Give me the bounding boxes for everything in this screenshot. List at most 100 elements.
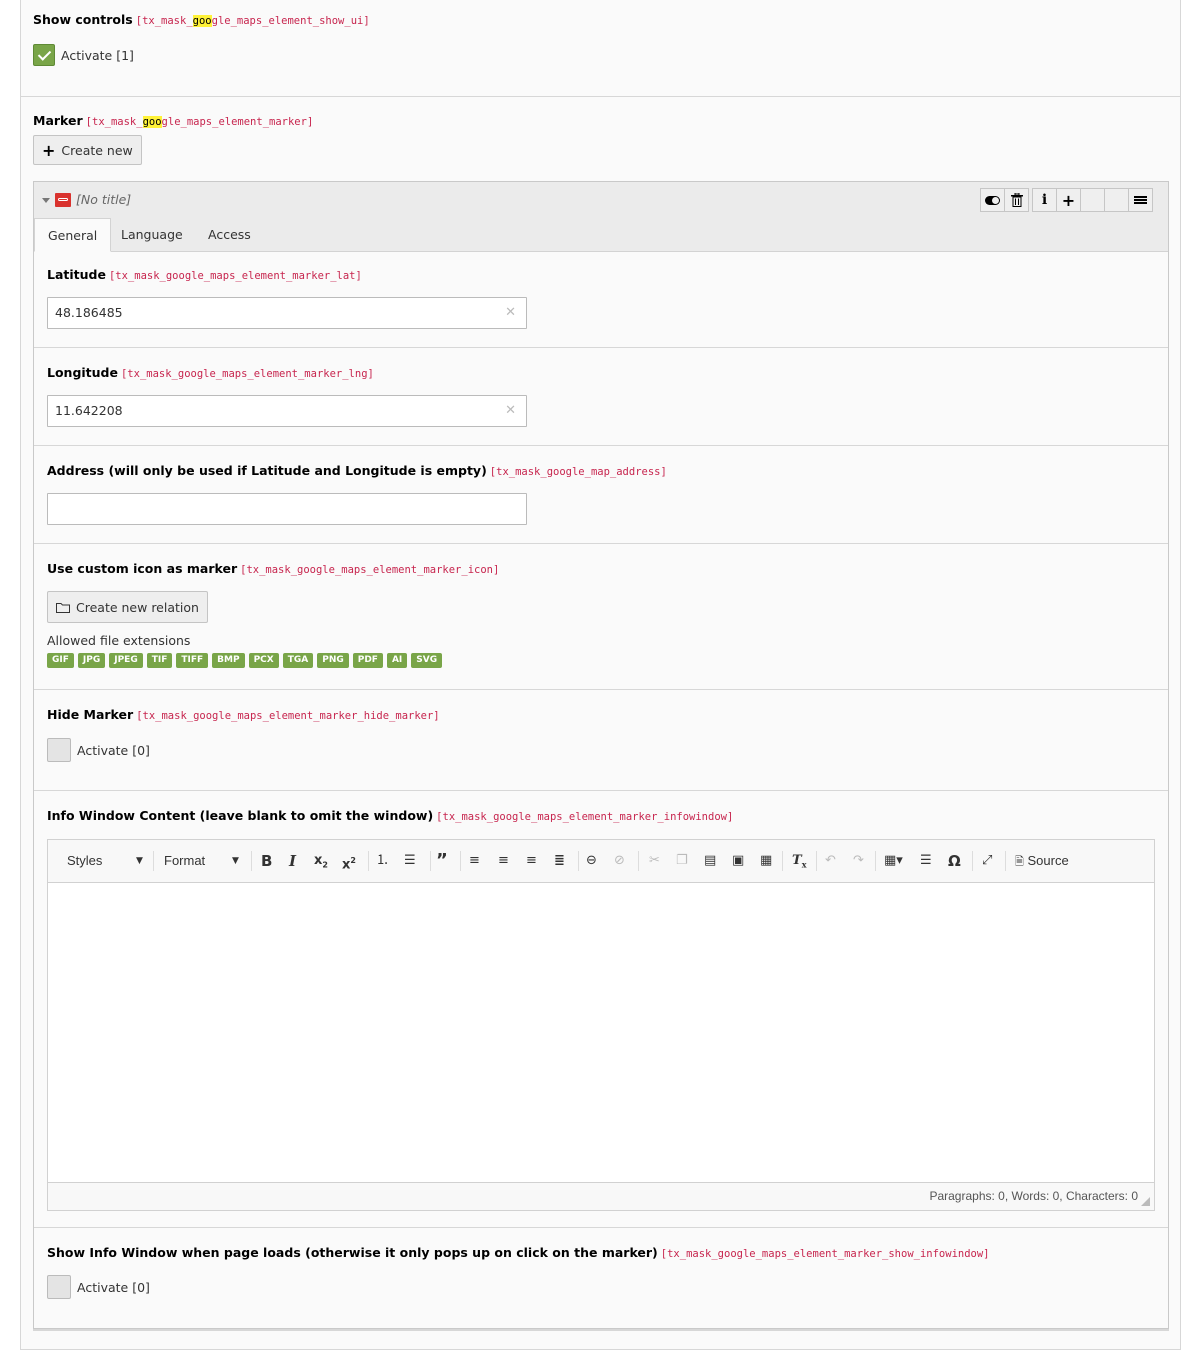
paste-word-icon[interactable]: ▦ — [760, 853, 772, 869]
toggle-icon — [985, 195, 1000, 205]
tab-language[interactable]: Language — [108, 218, 196, 251]
editor-content-area[interactable] — [48, 882, 1154, 1183]
extension-badge: AI — [386, 653, 408, 668]
horizontal-line-icon[interactable]: ☰ — [920, 853, 932, 869]
format-dropdown[interactable]: Format — [164, 853, 205, 869]
cut-icon[interactable]: ✂ — [649, 853, 660, 869]
clear-icon[interactable]: ✕ — [505, 396, 516, 426]
show-infowindow-label-row: Show Info Window when page loads (otherw… — [47, 1245, 990, 1260]
table-icon[interactable]: ▦▾ — [884, 853, 903, 869]
styles-label: Styles — [67, 853, 103, 868]
search-highlight: goo — [142, 116, 162, 128]
folder-icon — [56, 602, 70, 613]
infowindow-key: [tx_mask_google_maps_element_marker_info… — [436, 811, 734, 823]
empty-control-1[interactable] — [1080, 188, 1105, 212]
info-button[interactable]: i — [1032, 188, 1057, 212]
extension-badge: JPG — [77, 653, 106, 668]
bold-icon[interactable]: B — [261, 853, 272, 869]
show-controls-checkbox-label: Activate [1] — [61, 47, 134, 63]
bulleted-list-icon[interactable]: ☰ — [404, 853, 416, 869]
source-label: Source — [1027, 853, 1069, 868]
toolbar-separator — [638, 851, 639, 871]
create-new-relation-button[interactable]: Create new relation — [47, 591, 208, 623]
remove-format-icon[interactable]: Tx — [792, 853, 806, 870]
format-label: Format — [164, 853, 206, 868]
show-infowindow-checkbox-label: Activate [0] — [77, 1279, 150, 1295]
italic-icon[interactable]: I — [289, 853, 296, 869]
hide-marker-key: [tx_mask_google_maps_element_marker_hide… — [136, 710, 440, 722]
icon-key: [tx_mask_google_maps_element_marker_icon… — [240, 564, 500, 576]
word-count: Paragraphs: 0, Words: 0, Characters: 0 — [929, 1189, 1138, 1203]
longitude-input[interactable]: 11.642208 ✕ — [47, 395, 527, 427]
extension-badge: PNG — [317, 653, 349, 668]
justify-icon[interactable]: ≣ — [554, 853, 565, 869]
drag-handle[interactable] — [1128, 188, 1153, 212]
longitude-value: 11.642208 — [55, 403, 123, 418]
show-controls-checkbox[interactable] — [33, 44, 55, 66]
link-icon[interactable]: ⊖ — [586, 853, 597, 869]
icon-label-row: Use custom icon as marker [tx_mask_google… — [47, 561, 499, 576]
key-prefix: [tx_mask_ — [135, 15, 193, 27]
align-center-icon[interactable]: ≡ — [498, 853, 509, 869]
tab-general[interactable]: General — [34, 218, 112, 252]
create-new-label: Create new — [61, 142, 133, 158]
record-title[interactable]: [No title] — [76, 192, 131, 207]
divider — [34, 445, 1168, 446]
align-right-icon[interactable]: ≡ — [526, 853, 537, 869]
resize-handle-icon[interactable] — [1141, 1197, 1150, 1206]
add-after-button[interactable]: + — [1056, 188, 1081, 212]
rich-text-editor: Styles ▼ Format ▼ B I x2 x2 ⒈ ☰ ” ≡ ≡ ≡ … — [47, 839, 1155, 1211]
numbered-list-icon[interactable]: ⒈ — [376, 853, 389, 869]
show-infowindow-checkbox[interactable] — [47, 1275, 71, 1299]
align-left-icon[interactable]: ≡ — [469, 853, 480, 869]
special-char-icon[interactable]: Ω — [948, 853, 961, 869]
tab-access[interactable]: Access — [195, 218, 264, 251]
toolbar-separator — [816, 851, 817, 871]
undo-icon[interactable]: ↶ — [825, 853, 836, 869]
address-input[interactable] — [47, 493, 527, 525]
empty-control-2[interactable] — [1104, 188, 1129, 212]
search-highlight: goo — [192, 15, 212, 27]
latitude-input[interactable]: 48.186485 ✕ — [47, 297, 527, 329]
record-control-group-2: i + — [1032, 188, 1153, 212]
key-prefix: [tx_mask_ — [85, 116, 143, 128]
create-new-button[interactable]: + Create new — [33, 135, 142, 165]
source-icon: 🗎 — [1015, 856, 1024, 868]
record-header[interactable]: [No title] i + — [34, 182, 1168, 218]
extension-badges: GIF JPG JPEG TIF TIFF BMP PCX TGA PNG PD… — [47, 653, 443, 668]
toolbar-separator — [972, 851, 973, 871]
latitude-label-row: Latitude [tx_mask_google_maps_element_mar… — [47, 267, 362, 282]
extension-badge: JPEG — [109, 653, 143, 668]
allowed-extensions-label: Allowed file extensions — [47, 633, 191, 648]
styles-dropdown[interactable]: Styles — [67, 853, 102, 869]
divider — [34, 1227, 1168, 1228]
source-button[interactable]: 🗎 Source — [1015, 853, 1069, 869]
editor-toolbar: Styles ▼ Format ▼ B I x2 x2 ⒈ ☰ ” ≡ ≡ ≡ … — [48, 840, 1154, 883]
delete-button[interactable] — [1004, 188, 1029, 212]
paste-text-icon[interactable]: ▣ — [732, 853, 744, 869]
latitude-value: 48.186485 — [55, 305, 123, 320]
address-key: [tx_mask_google_map_address] — [489, 466, 667, 478]
hide-marker-checkbox[interactable] — [47, 738, 71, 762]
chevron-down-icon[interactable]: ▼ — [232, 853, 239, 869]
paste-icon[interactable]: ▤ — [704, 853, 716, 869]
latitude-label: Latitude — [47, 267, 106, 282]
collapse-caret-icon[interactable] — [42, 198, 50, 203]
extension-badge: SVG — [411, 653, 443, 668]
extension-badge: PDF — [352, 653, 383, 668]
clear-icon[interactable]: ✕ — [505, 298, 516, 328]
extension-badge: GIF — [47, 653, 74, 668]
show-infowindow-key: [tx_mask_google_maps_element_marker_show… — [660, 1248, 990, 1260]
copy-icon[interactable]: ❐ — [676, 853, 688, 869]
maximize-icon[interactable]: ⤢ — [982, 853, 992, 869]
trash-icon — [1010, 193, 1023, 207]
toggle-visibility-button[interactable] — [980, 188, 1005, 212]
chevron-down-icon[interactable]: ▼ — [136, 853, 143, 869]
superscript-icon[interactable]: x2 — [342, 853, 356, 872]
record-type-icon — [55, 193, 71, 207]
blockquote-icon[interactable]: ” — [436, 852, 448, 870]
redo-icon[interactable]: ↷ — [853, 853, 864, 869]
record-control-group — [980, 188, 1029, 212]
subscript-icon[interactable]: x2 — [314, 853, 328, 870]
unlink-icon[interactable]: ⊘ — [614, 853, 625, 869]
